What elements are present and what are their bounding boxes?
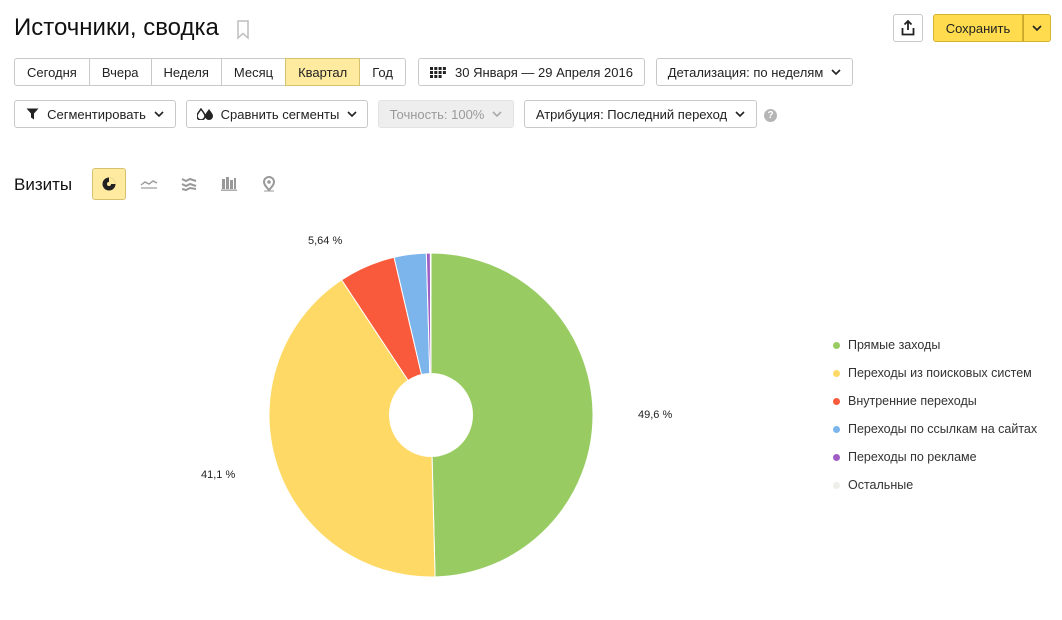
legend-item[interactable]: Переходы по рекламе	[833, 443, 1037, 471]
chart-legend: Прямые заходы Переходы из поисковых сист…	[833, 331, 1037, 499]
pie-chart	[268, 252, 594, 578]
legend-item[interactable]: Остальные	[833, 471, 1037, 499]
legend-dot	[833, 341, 840, 349]
legend-label: Переходы из поисковых систем	[848, 366, 1032, 380]
legend-item[interactable]: Прямые заходы	[833, 331, 1037, 359]
legend-dot	[833, 425, 840, 433]
save-button-group: Сохранить	[933, 14, 1051, 42]
share-icon	[901, 20, 915, 36]
donut-hole	[389, 373, 473, 457]
chevron-down-icon	[1032, 24, 1042, 31]
save-button[interactable]: Сохранить	[933, 14, 1023, 42]
legend-dot	[833, 397, 840, 405]
legend-label: Остальные	[848, 478, 914, 492]
legend-item[interactable]: Переходы по ссылкам на сайтах	[833, 415, 1037, 443]
legend-item[interactable]: Внутренние переходы	[833, 387, 1037, 415]
legend-dot	[833, 453, 840, 461]
slice-label-internal: 5,64 %	[308, 235, 343, 247]
legend-label: Прямые заходы	[848, 338, 941, 352]
legend-dot	[833, 481, 840, 489]
legend-item[interactable]: Переходы из поисковых систем	[833, 359, 1037, 387]
legend-label: Внутренние переходы	[848, 394, 977, 408]
slice-label-direct: 49,6 %	[638, 409, 673, 421]
legend-dot	[833, 369, 840, 377]
legend-label: Переходы по ссылкам на сайтах	[848, 422, 1038, 436]
period-quarter[interactable]: Квартал	[285, 58, 361, 86]
chevron-down-icon	[831, 68, 841, 75]
legend-label: Переходы по рекламе	[848, 450, 977, 464]
slice-label-search: 41,1 %	[201, 469, 236, 481]
save-dropdown-button[interactable]	[1023, 14, 1051, 42]
export-button[interactable]	[893, 14, 923, 42]
